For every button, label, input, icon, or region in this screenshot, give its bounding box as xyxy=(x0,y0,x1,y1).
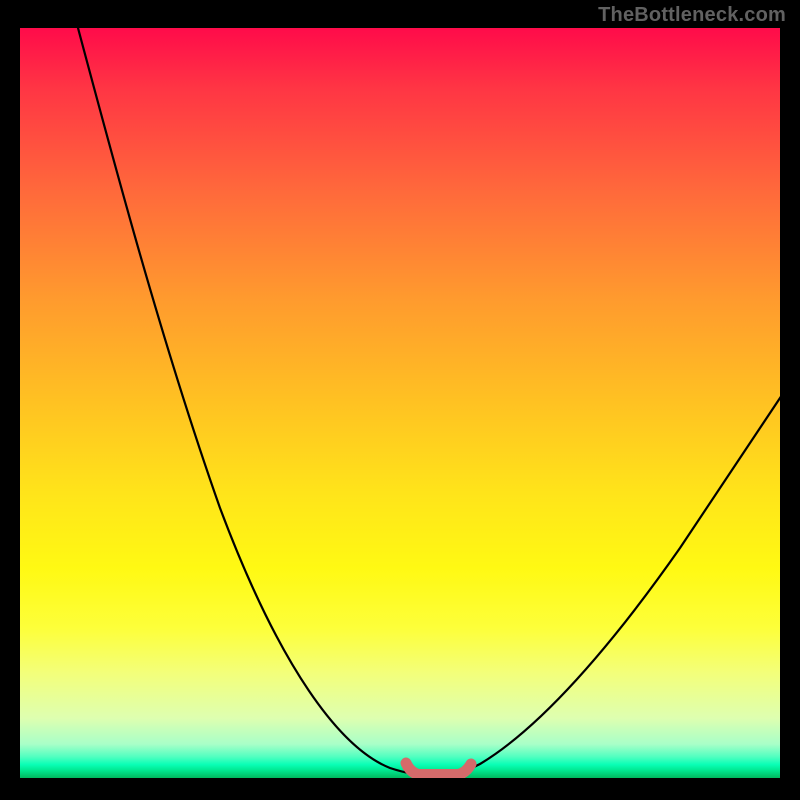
chart-frame: TheBottleneck.com xyxy=(0,0,800,800)
optimal-range-marker xyxy=(406,763,471,775)
curve-svg xyxy=(20,28,780,778)
plot-area xyxy=(20,28,780,778)
bottleneck-curve xyxy=(70,28,780,776)
watermark-text: TheBottleneck.com xyxy=(598,4,786,27)
